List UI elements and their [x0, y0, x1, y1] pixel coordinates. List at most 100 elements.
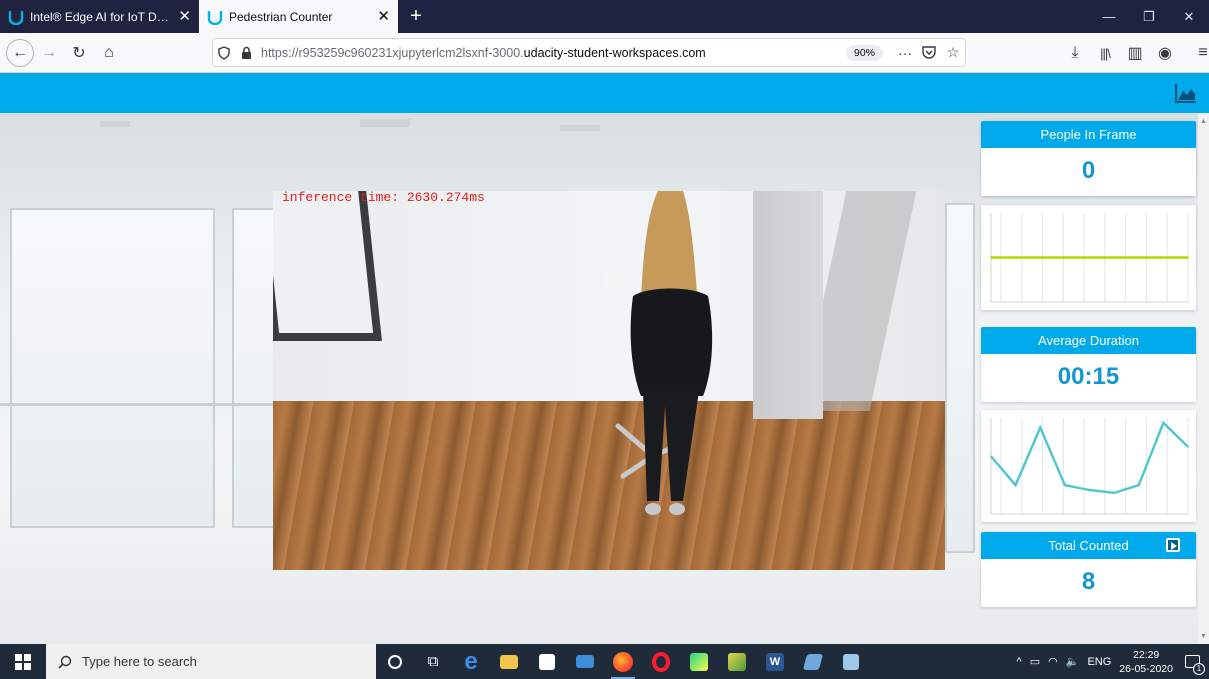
page-scrollbar[interactable]: ▲ ▼	[1198, 113, 1209, 644]
close-tab-icon[interactable]: ✕	[178, 9, 191, 24]
chart-data-point	[1014, 484, 1017, 486]
pocket-icon[interactable]	[917, 46, 941, 59]
search-placeholder: Type here to search	[82, 654, 197, 669]
taskbar-search-box[interactable]: Type here to search	[46, 644, 376, 679]
chart-data-point	[1121, 256, 1124, 259]
average-duration-value: 00:15	[1057, 362, 1120, 390]
chart-data-point	[990, 256, 992, 259]
back-arrow-icon[interactable]: ←	[6, 38, 34, 67]
tab-pedestrian-counter[interactable]: Pedestrian Counter ✕	[199, 0, 398, 33]
pycharm-icon[interactable]	[680, 644, 718, 679]
edge-icon[interactable]: e	[452, 644, 490, 679]
minimize-icon[interactable]: —	[1089, 0, 1129, 33]
scroll-down-icon[interactable]: ▼	[1198, 630, 1209, 642]
udacity-logo-icon	[207, 10, 223, 25]
inference-time-overlay: inference time: 2630.274ms	[282, 191, 485, 205]
url-text: https://r953259c960231xjupyterlcm2lsxnf-…	[261, 46, 706, 60]
chart-data-point	[1055, 256, 1058, 259]
clock-time: 22:29	[1133, 648, 1160, 661]
windows-taskbar: Type here to search ⧉ e W ^ ▭ ◠ 🔈 ENG 22…	[0, 644, 1209, 679]
notification-count: 1	[1193, 662, 1205, 675]
tab-label: Intel® Edge AI for IoT Develope	[30, 9, 172, 24]
store-icon[interactable]	[528, 644, 566, 679]
bookmark-star-icon[interactable]: ☆	[941, 44, 965, 61]
close-window-icon[interactable]: ✕	[1169, 0, 1209, 33]
people-in-frame-chart	[981, 205, 1196, 310]
person-figure	[603, 191, 713, 515]
browser-tab-strip: Intel® Edge AI for IoT Develope ✕ Pedest…	[0, 0, 1209, 33]
video-feed: inference time: 2630.274ms	[273, 191, 945, 570]
language-indicator[interactable]: ENG	[1087, 656, 1111, 668]
chart-data-point	[1012, 256, 1014, 259]
tab-intel-edge-ai[interactable]: Intel® Edge AI for IoT Develope ✕	[0, 0, 199, 33]
total-counted-value: 8	[1081, 567, 1096, 595]
chart-data-point	[1187, 446, 1189, 448]
clock-date: 26-05-2020	[1119, 662, 1173, 675]
download-icon[interactable]: ⤓	[1060, 38, 1090, 68]
file-explorer-icon[interactable]	[490, 644, 528, 679]
chart-data-point	[1137, 484, 1140, 486]
udacity-logo-icon	[8, 10, 24, 25]
mail-icon[interactable]	[566, 644, 604, 679]
chart-series-line	[990, 420, 1189, 495]
task-view-icon[interactable]: ⧉	[414, 644, 452, 679]
chart-data-point	[1099, 256, 1102, 259]
restore-icon[interactable]: ❐	[1129, 0, 1169, 33]
chart-data-point	[1143, 256, 1146, 259]
battery-icon[interactable]: ▭	[1030, 655, 1040, 668]
chart-data-point	[1165, 256, 1167, 259]
opera-icon[interactable]	[642, 644, 680, 679]
stats-chart-icon[interactable]	[1175, 83, 1197, 103]
reload-icon[interactable]: ↻	[64, 38, 94, 68]
chart-data-point	[1162, 422, 1165, 424]
windows-start-icon[interactable]	[0, 644, 46, 679]
home-icon[interactable]: ⌂	[94, 38, 124, 68]
volume-icon[interactable]: 🔈	[1066, 655, 1080, 668]
lock-icon[interactable]	[235, 46, 257, 59]
wifi-icon[interactable]: ◠	[1048, 655, 1058, 668]
firefox-icon[interactable]	[604, 644, 642, 679]
total-counted-card: Total Counted 8	[981, 532, 1196, 607]
library-icon[interactable]: |||\	[1090, 38, 1120, 68]
tracking-shield-icon[interactable]	[213, 45, 235, 60]
image-editor-icon[interactable]	[718, 644, 756, 679]
chart-data-point	[1039, 426, 1042, 429]
url-bar[interactable]: https://r953259c960231xjupyterlcm2lsxnf-…	[212, 38, 966, 67]
chart-data-point	[1113, 492, 1115, 494]
people-in-frame-label: People In Frame	[981, 121, 1196, 148]
duration-chart	[981, 410, 1196, 522]
average-duration-card: Average Duration 00:15	[981, 327, 1196, 402]
people-in-frame-card: People In Frame 0	[981, 121, 1196, 196]
chart-data-point	[1064, 484, 1066, 486]
pencil-app-icon[interactable]	[794, 644, 832, 679]
zoom-level-badge[interactable]: 90%	[845, 44, 883, 61]
menu-icon[interactable]: ≡	[1188, 38, 1209, 68]
tab-label: Pedestrian Counter	[229, 9, 333, 24]
account-icon[interactable]: ◉	[1150, 38, 1180, 68]
page-actions-icon[interactable]: ···	[893, 45, 917, 61]
forward-arrow-icon[interactable]: →	[34, 38, 64, 68]
chart-data-point	[1077, 256, 1080, 259]
play-icon[interactable]	[1166, 538, 1180, 552]
chart-data-point	[1088, 489, 1091, 491]
scroll-up-icon[interactable]: ▲	[1198, 115, 1209, 127]
sidebar-icon[interactable]: ▥	[1120, 38, 1150, 68]
chart-data-point	[1187, 256, 1189, 259]
url-prefix: https://r953259c960231xjupyterlcm2lsxnf-…	[261, 45, 524, 60]
chart-data-point	[990, 455, 992, 458]
url-domain: udacity-student-workspaces.com	[523, 45, 706, 60]
window-controls: — ❐ ✕	[1089, 0, 1209, 33]
chart-data-point	[1033, 256, 1036, 259]
app-header-bar	[0, 73, 1209, 113]
total-counted-label: Total Counted	[1048, 538, 1129, 553]
average-duration-label: Average Duration	[981, 327, 1196, 354]
notifications-icon[interactable]: 1	[1181, 651, 1205, 675]
clock[interactable]: 22:29 26-05-2020	[1119, 648, 1173, 676]
show-hidden-icons-icon[interactable]: ^	[1017, 656, 1022, 668]
total-counted-header: Total Counted	[981, 532, 1196, 559]
word-icon[interactable]: W	[756, 644, 794, 679]
photos-icon[interactable]	[832, 644, 870, 679]
cortana-icon[interactable]	[376, 644, 414, 679]
close-tab-icon[interactable]: ✕	[377, 9, 390, 24]
new-tab-button[interactable]: +	[398, 0, 434, 33]
